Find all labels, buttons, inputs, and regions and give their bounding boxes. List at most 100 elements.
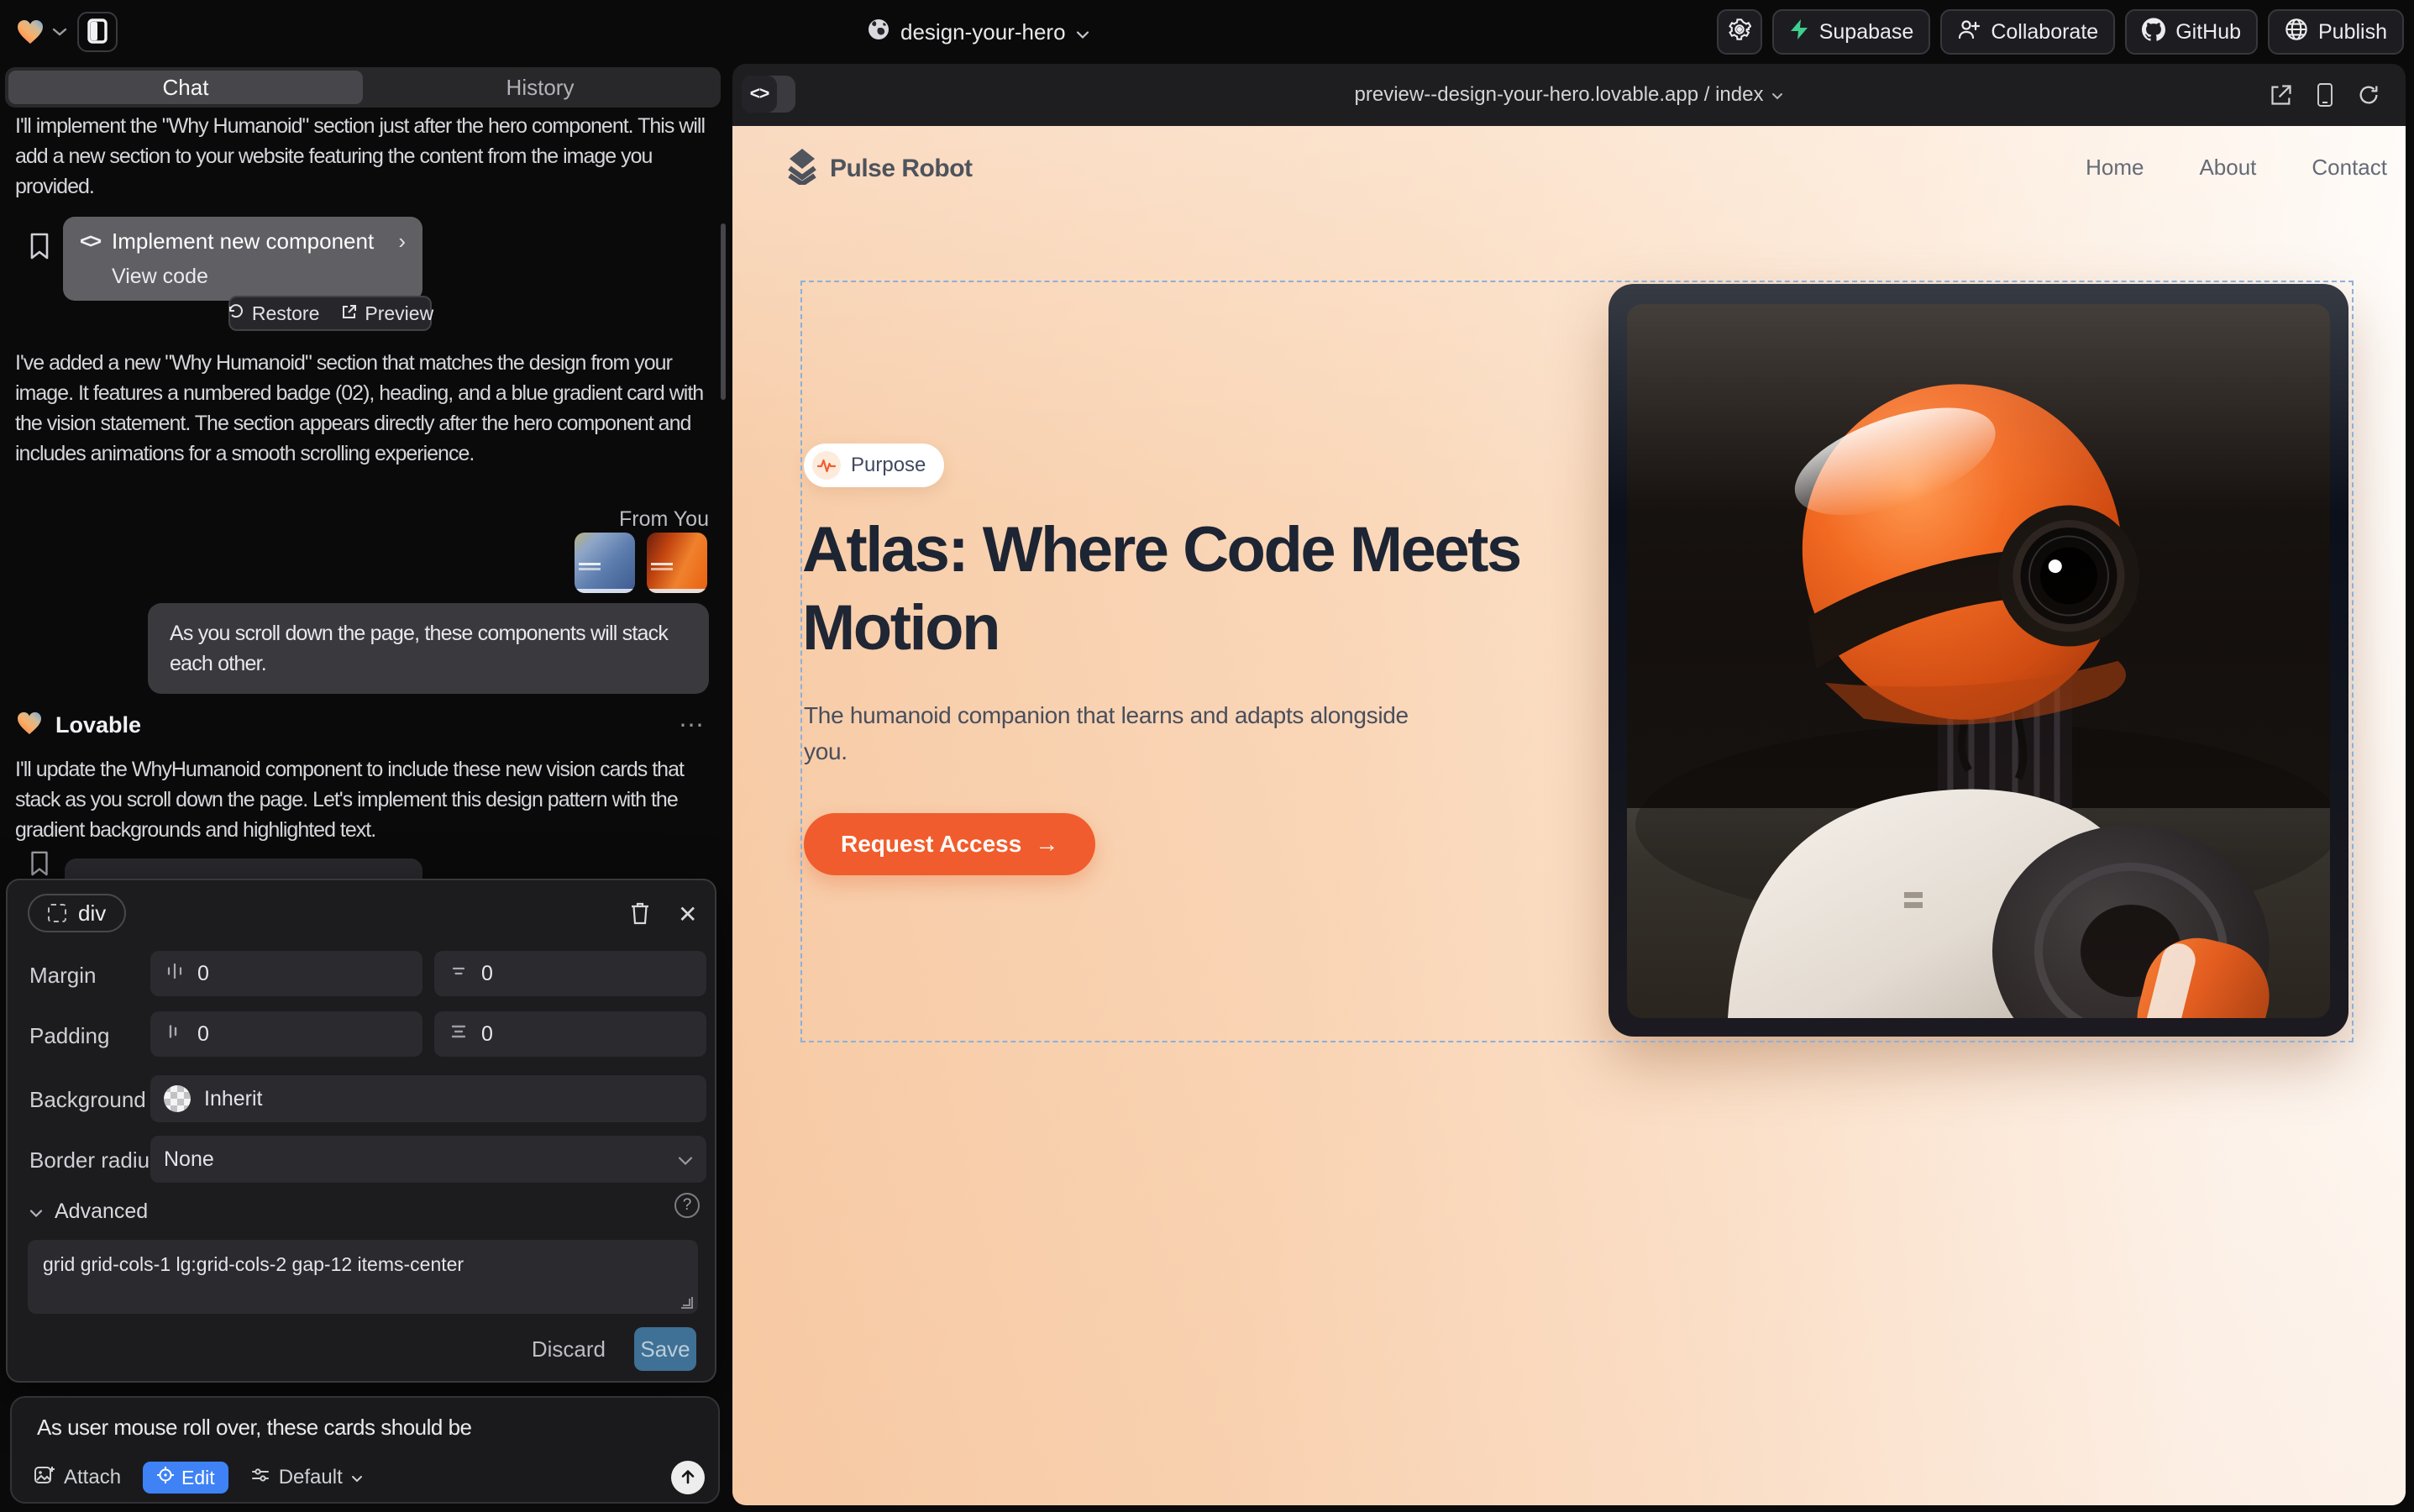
attachment-thumbnail-orange[interactable] [647,533,707,593]
assistant-message: I'll implement the "Why Humanoid" sectio… [15,111,717,202]
mode-label: Default [279,1466,343,1489]
preview-url[interactable]: preview--design-your-hero.lovable.app / … [732,64,2406,126]
nav-link-contact[interactable]: Contact [2312,155,2387,181]
advanced-section-toggle[interactable]: Advanced [29,1200,148,1224]
mobile-view-icon[interactable] [2315,82,2335,108]
attach-button[interactable]: Attach [34,1464,121,1492]
chat-composer: As user mouse roll over, these cards sho… [10,1396,720,1504]
padding-x-value: 0 [197,1022,209,1047]
github-button[interactable]: GitHub [2125,9,2258,55]
classes-value: grid grid-cols-1 lg:grid-cols-2 gap-12 i… [43,1253,464,1275]
request-access-button[interactable]: Request Access → [804,813,1095,875]
brand-name: Pulse Robot [830,155,973,183]
site-brand[interactable]: Pulse Robot [786,148,973,189]
background-field[interactable]: Inherit [150,1075,706,1122]
thumbnail-text [579,563,601,565]
assistant-message: I'll update the WhyHumanoid component to… [15,754,717,845]
preview-button[interactable]: Preview [341,302,433,325]
code-icon: <> [80,230,100,254]
add-user-icon [1957,18,1981,46]
tab-chat[interactable]: Chat [8,71,363,104]
margin-x-value: 0 [197,962,209,986]
bookmark-icon[interactable] [29,232,50,265]
border-radius-select[interactable]: None [150,1136,706,1183]
lovable-heart-icon [17,711,42,739]
version-toolbar: Restore Preview [228,296,432,331]
view-code-link[interactable]: View code [80,265,406,289]
sidebar-toggle-button[interactable] [77,12,118,52]
save-button[interactable]: Save [634,1327,696,1371]
advanced-label: Advanced [55,1200,148,1224]
edit-mode-button[interactable]: Edit [143,1462,228,1494]
collaborate-button[interactable]: Collaborate [1940,9,2115,55]
publish-button[interactable]: Publish [2268,9,2404,55]
open-in-new-tab-icon[interactable] [2270,83,2293,107]
user-message-bubble: As you scroll down the page, these compo… [148,603,709,694]
attachment-thumbnail-blue[interactable] [575,533,635,593]
edit-label: Edit [181,1467,215,1489]
chat-scrollbar[interactable] [721,223,726,400]
topbar: design-your-hero Supabase [0,0,2414,64]
margin-label: Margin [29,963,96,989]
pulse-icon [812,451,841,480]
arrow-up-icon [679,1467,697,1488]
element-tag: div [78,900,106,927]
chevron-down-icon [678,1147,693,1172]
code-icon: <> [742,76,777,113]
chevron-down-icon [1076,19,1089,45]
supabase-button[interactable]: Supabase [1772,9,1931,55]
lovable-logo-heart-icon[interactable] [17,19,44,45]
chevron-down-icon[interactable] [52,27,67,37]
chat-input[interactable]: As user mouse roll over, these cards sho… [37,1415,472,1441]
arrow-right-icon: → [1035,831,1058,858]
site-viewport: Pulse Robot Home About Contact Purpose A… [732,126,2406,1505]
refresh-icon[interactable] [2357,83,2380,107]
border-radius-label: Border radius [29,1147,160,1173]
margin-y-input[interactable]: 0 [434,951,706,996]
help-icon[interactable]: ? [674,1193,700,1218]
padding-x-input[interactable]: 0 [150,1011,422,1057]
padding-y-input[interactable]: 0 [434,1011,706,1057]
dashed-selection-icon [48,904,66,922]
transparency-swatch-icon [164,1085,191,1112]
purpose-badge: Purpose [804,444,944,487]
element-inspector-panel: div ✕ Margin 0 0 Padding [6,879,716,1383]
code-preview-toggle[interactable]: <> [742,76,795,113]
delete-element-button[interactable] [629,900,651,930]
classes-textarea[interactable]: grid grid-cols-1 lg:grid-cols-2 gap-12 i… [28,1240,698,1314]
restore-icon [227,302,245,325]
bookmark-icon[interactable] [29,850,50,881]
assistant-name: Lovable [55,712,141,738]
settings-button[interactable] [1717,9,1762,55]
preview-window: preview--design-your-hero.lovable.app / … [732,64,2406,1505]
restore-button[interactable]: Restore [227,302,320,325]
padding-horizontal-icon [165,1022,184,1047]
robot-image [1627,304,2330,1018]
restore-label: Restore [252,302,320,325]
hero-heading: Atlas: Where Code Meets Motion [802,511,1524,667]
nav-link-about[interactable]: About [2199,155,2256,181]
project-switcher[interactable]: design-your-hero [867,0,1089,64]
site-nav: Pulse Robot Home About Contact [732,148,2406,192]
background-value: Inherit [204,1087,262,1111]
implement-component-card[interactable]: <> Implement new component › View code [63,217,422,301]
cta-label: Request Access [841,831,1021,858]
chevron-down-icon [29,1200,43,1224]
pulse-robot-logo-icon [786,148,818,189]
send-button[interactable] [671,1461,705,1494]
nav-link-home[interactable]: Home [2086,155,2144,181]
selected-element-chip[interactable]: div [28,894,126,932]
mode-select[interactable]: Default [250,1465,363,1491]
preview-header: preview--design-your-hero.lovable.app / … [732,64,2406,126]
tab-history[interactable]: History [363,71,717,104]
target-icon [156,1466,175,1489]
margin-horizontal-icon [165,962,184,986]
message-menu-button[interactable]: ⋯ [679,711,706,740]
hero-robot-card [1608,284,2348,1037]
margin-x-input[interactable]: 0 [150,951,422,996]
resize-handle[interactable] [681,1297,693,1309]
globe-icon [867,18,890,47]
badge-label: Purpose [851,454,926,477]
discard-button[interactable]: Discard [532,1336,606,1362]
close-icon[interactable]: ✕ [678,900,697,928]
